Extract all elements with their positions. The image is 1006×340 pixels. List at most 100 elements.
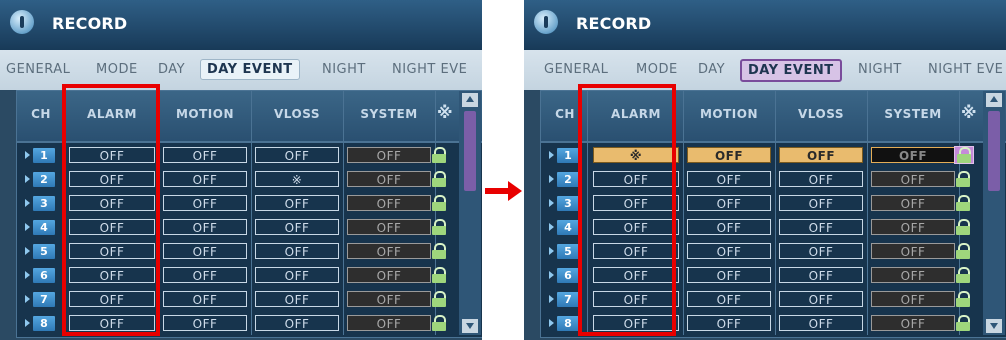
lock-icon[interactable] [430, 147, 448, 163]
tab-day[interactable]: DAY [698, 62, 725, 77]
vloss-cell[interactable]: ※ [255, 171, 339, 187]
lock-icon[interactable] [954, 195, 972, 211]
lock-icon[interactable] [430, 195, 448, 211]
lock-icon[interactable] [430, 267, 448, 283]
tab-day-event[interactable]: DAY EVENT [740, 59, 842, 82]
scroll-thumb[interactable] [464, 111, 476, 191]
tab-day[interactable]: DAY [158, 62, 185, 77]
motion-cell[interactable]: OFF [163, 267, 247, 283]
scroll-thumb[interactable] [988, 111, 1000, 191]
motion-cell[interactable]: OFF [687, 315, 771, 331]
vloss-cell[interactable]: OFF [779, 291, 863, 307]
motion-cell[interactable]: OFF [687, 219, 771, 235]
channel-button[interactable]: 1 [549, 148, 581, 163]
channel-button[interactable]: 8 [549, 316, 581, 331]
system-cell[interactable]: OFF [871, 267, 955, 283]
vloss-cell[interactable]: OFF [779, 147, 863, 163]
tab-night-event[interactable]: NIGHT EVE [392, 62, 467, 77]
motion-cell[interactable]: OFF [687, 195, 771, 211]
channel-button[interactable]: 1 [25, 148, 57, 163]
channel-button[interactable]: 4 [549, 220, 581, 235]
lock-icon[interactable] [430, 171, 448, 187]
system-cell[interactable]: OFF [347, 219, 431, 235]
motion-cell[interactable]: OFF [687, 147, 771, 163]
system-cell[interactable]: OFF [871, 243, 955, 259]
lock-icon[interactable] [954, 243, 972, 259]
tab-general[interactable]: GENERAL [544, 62, 608, 77]
system-cell[interactable]: OFF [347, 243, 431, 259]
vloss-cell[interactable]: OFF [255, 219, 339, 235]
scroll-down-button[interactable] [986, 319, 1002, 333]
vloss-cell[interactable]: OFF [779, 171, 863, 187]
lock-icon[interactable] [430, 315, 448, 331]
lock-icon[interactable] [954, 267, 972, 283]
tab-night[interactable]: NIGHT [322, 62, 366, 77]
system-cell[interactable]: OFF [347, 291, 431, 307]
system-cell[interactable]: OFF [347, 195, 431, 211]
system-cell[interactable]: OFF [347, 267, 431, 283]
vloss-cell[interactable]: OFF [255, 243, 339, 259]
system-cell[interactable]: OFF [871, 195, 955, 211]
lock-icon[interactable] [954, 146, 974, 164]
vloss-cell[interactable]: OFF [255, 315, 339, 331]
vloss-cell[interactable]: OFF [255, 291, 339, 307]
motion-cell[interactable]: OFF [687, 291, 771, 307]
tab-mode[interactable]: MODE [636, 62, 678, 77]
channel-button[interactable]: 6 [549, 268, 581, 283]
channel-button[interactable]: 3 [549, 196, 581, 211]
tab-night[interactable]: NIGHT [858, 62, 902, 77]
motion-cell[interactable]: OFF [163, 219, 247, 235]
channel-button[interactable]: 5 [25, 244, 57, 259]
motion-cell[interactable]: OFF [687, 243, 771, 259]
lock-icon[interactable] [954, 219, 972, 235]
tab-general[interactable]: GENERAL [6, 62, 70, 77]
channel-button[interactable]: 8 [25, 316, 57, 331]
vloss-cell[interactable]: OFF [255, 195, 339, 211]
tab-day-event[interactable]: DAY EVENT [200, 59, 300, 80]
lock-icon[interactable] [954, 315, 972, 331]
channel-button[interactable]: 7 [549, 292, 581, 307]
vloss-cell[interactable]: OFF [779, 195, 863, 211]
channel-button[interactable]: 2 [549, 172, 581, 187]
channel-button[interactable]: 2 [25, 172, 57, 187]
motion-cell[interactable]: OFF [163, 147, 247, 163]
lock-icon[interactable] [954, 291, 972, 307]
system-cell[interactable]: OFF [347, 147, 431, 163]
lock-icon[interactable] [430, 219, 448, 235]
system-cell[interactable]: OFF [871, 147, 955, 163]
system-cell[interactable]: OFF [347, 171, 431, 187]
motion-cell[interactable]: OFF [163, 171, 247, 187]
channel-button[interactable]: 7 [25, 292, 57, 307]
scrollbar[interactable] [983, 91, 1005, 335]
tab-mode[interactable]: MODE [96, 62, 138, 77]
vloss-cell[interactable]: OFF [779, 267, 863, 283]
vloss-cell[interactable]: OFF [779, 219, 863, 235]
lock-icon[interactable] [954, 171, 972, 187]
vloss-cell[interactable]: OFF [779, 315, 863, 331]
system-cell[interactable]: OFF [871, 171, 955, 187]
system-cell[interactable]: OFF [871, 291, 955, 307]
system-cell[interactable]: OFF [871, 219, 955, 235]
motion-cell[interactable]: OFF [687, 267, 771, 283]
scroll-down-button[interactable] [462, 319, 478, 333]
vloss-cell[interactable]: OFF [779, 243, 863, 259]
scroll-up-button[interactable] [462, 93, 478, 107]
tab-night-event[interactable]: NIGHT EVE [928, 62, 1003, 77]
system-cell[interactable]: OFF [871, 315, 955, 331]
scrollbar[interactable] [459, 91, 481, 335]
motion-cell[interactable]: OFF [163, 243, 247, 259]
channel-button[interactable]: 4 [25, 220, 57, 235]
motion-cell[interactable]: OFF [687, 171, 771, 187]
lock-icon[interactable] [430, 243, 448, 259]
lock-icon[interactable] [430, 291, 448, 307]
channel-button[interactable]: 5 [549, 244, 581, 259]
motion-cell[interactable]: OFF [163, 291, 247, 307]
channel-button[interactable]: 6 [25, 268, 57, 283]
channel-button[interactable]: 3 [25, 196, 57, 211]
scroll-up-button[interactable] [986, 93, 1002, 107]
system-cell[interactable]: OFF [347, 315, 431, 331]
vloss-cell[interactable]: OFF [255, 267, 339, 283]
motion-cell[interactable]: OFF [163, 195, 247, 211]
vloss-cell[interactable]: OFF [255, 147, 339, 163]
motion-cell[interactable]: OFF [163, 315, 247, 331]
